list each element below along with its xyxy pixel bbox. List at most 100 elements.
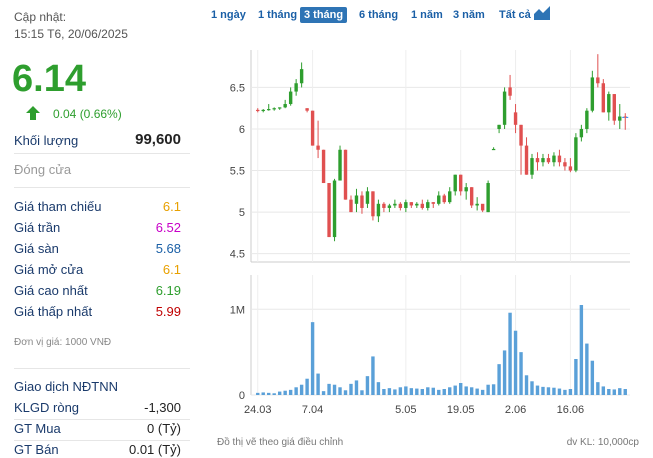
volume-bar [590,360,595,395]
candle-body [530,158,534,175]
volume-value: 99,600 [135,131,181,148]
volume-bar [618,388,622,395]
candle-body [437,195,441,204]
candle-body [579,128,584,138]
candle-body [299,69,304,84]
price-chart: 6.5 6 5.5 5 4.5 1M 0 24.03 7.04 5.05 19.05 2.06 16.0… [230,50,630,416]
candle-body [596,77,600,84]
candle-body [491,148,496,151]
volume-bar [497,364,501,395]
candle-body [502,91,507,125]
price-row-value: 5.99 [155,304,181,319]
candle-body [387,205,392,208]
candle-body [541,158,545,163]
volume-bar [426,387,430,395]
volume-bar [420,389,425,395]
volume-bar [508,312,512,395]
candle-body [519,124,523,146]
volume-bar [343,390,348,395]
volume-bar [261,392,265,395]
candle-body [469,187,474,206]
volume-label: Khối lượng [14,133,79,148]
unit-note: Đơn vị giá: 1000 VNĐ [14,337,112,348]
volume-bar [557,388,562,395]
candle-body [535,158,540,163]
candle-body [508,87,512,96]
current-price: 6.14 [12,58,86,100]
foreign-row-value: 0 (Tỷ) [147,421,181,436]
price-row-value: 6.1 [162,199,181,214]
price-row-label: Giá thấp nhất [14,304,93,319]
candle-body [354,195,359,204]
candle-body [349,199,353,213]
volume-bar [321,391,326,395]
candle-body [486,183,490,213]
tab-period[interactable]: 1 năm [407,7,447,23]
candle-body [623,116,627,118]
volume-bar [612,389,616,395]
candle-body [420,203,425,208]
candle-body [327,183,331,238]
candle-body [332,180,337,238]
candle-body [398,203,403,208]
foreign-row-label: GT Mua [14,421,61,436]
volume-bar [607,389,611,395]
volume-bar [623,389,627,395]
price-row-value: 6.19 [155,283,181,298]
volume-bar [404,386,408,395]
candle-body [310,110,315,146]
tab-period[interactable]: 1 ngày [207,7,250,23]
candle-body [442,195,446,203]
candle-body [431,202,435,204]
candle-body [618,116,622,121]
volume-bar [398,387,403,395]
volume-bar [310,322,315,395]
volume-bar [305,378,309,395]
volume-bar [442,389,446,395]
price-row-label: Giá tham chiếu [14,199,102,214]
volume-bar [585,343,589,395]
foreign-row-value: -1,300 [144,400,181,415]
volume-bar [541,386,545,395]
tab-period[interactable]: 3 tháng [300,7,348,23]
price-tick-label: 4.5 [230,249,245,261]
candle-body [453,174,457,192]
volume-bar [294,387,298,395]
chart-panel: 1 ngày 1 tháng 3 tháng 6 tháng 1 năm 3 năm Tất… [205,0,653,458]
candle-body [497,124,501,129]
volume-bar [579,305,584,395]
volume-bar [453,385,457,395]
volume-bar [491,384,496,395]
candle-body [458,174,463,192]
volume-bar [376,382,381,395]
candle-body [261,109,265,112]
candle-body [585,110,589,129]
price-change: 0.04 (0.66%) [53,107,122,121]
tab-period[interactable]: Tất cả [495,7,535,23]
x-tick-label: 7.04 [302,404,323,416]
volume-bar [524,375,529,395]
candle-body [409,202,414,206]
candle-body [277,107,282,109]
volume-bar [267,392,271,395]
price-row-label: Giá trần [14,220,61,235]
volume-bar [354,380,359,395]
quote-panel: Cập nhật: 15:15 T6, 20/06/2025 6.14 0.04… [0,0,205,458]
volume-bar [371,356,375,395]
tab-period[interactable]: 1 tháng [254,7,301,23]
candle-body [607,94,611,113]
volume-bar [256,392,260,395]
candle-body [338,149,342,181]
candle-body [601,83,606,113]
volume-bar [469,387,474,395]
candle-body [557,155,562,163]
volume-bar [277,391,282,395]
price-tick-label: 6.5 [230,82,245,94]
tab-period[interactable]: 3 năm [449,7,489,23]
area-chart-icon[interactable] [533,5,551,21]
volume-bar [316,373,320,395]
tab-period[interactable]: 6 tháng [355,7,402,23]
candle-body [574,137,578,171]
volume-bar [393,389,397,395]
candle-body [552,155,556,163]
